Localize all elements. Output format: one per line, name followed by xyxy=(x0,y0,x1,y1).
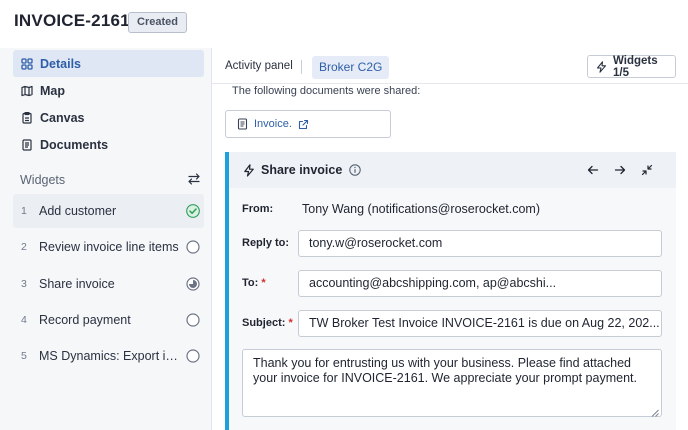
resize-handle-icon[interactable] xyxy=(651,406,659,417)
subject-label: Subject: * xyxy=(242,317,293,329)
widgets-button-label: Widgets 1/5 xyxy=(613,54,658,79)
widget-number: 1 xyxy=(21,205,27,217)
lightning-icon xyxy=(596,60,607,73)
widget-number: 5 xyxy=(21,350,27,362)
reply-to-label: Reply to: xyxy=(242,237,290,249)
message-text: Thank you for entrusting us with your bu… xyxy=(253,356,637,385)
arrow-left-icon[interactable] xyxy=(585,162,601,178)
check-circle-icon xyxy=(186,204,200,218)
widget-item-add-customer[interactable]: 1 Add customer xyxy=(13,194,204,228)
sidebar: Details Map Canvas Documents Widgets 1 A… xyxy=(0,48,212,430)
status-badge: Created xyxy=(128,12,187,33)
documents-icon xyxy=(21,138,33,151)
message-textarea[interactable]: Thank you for entrusting us with your bu… xyxy=(242,349,662,417)
shared-document-link[interactable]: Invoice. xyxy=(225,110,391,138)
widget-item-record-payment[interactable]: 4 Record payment xyxy=(13,303,204,337)
required-mark: * xyxy=(261,277,266,289)
sidebar-item-label: Details xyxy=(40,56,81,71)
info-icon[interactable] xyxy=(347,162,363,178)
sidebar-item-details[interactable]: Details xyxy=(13,50,204,77)
to-field[interactable]: accounting@abcshipping.com, ap@abcshi... xyxy=(298,270,662,297)
shared-document-label: Invoice. xyxy=(254,118,292,130)
widget-number: 2 xyxy=(21,241,27,253)
share-invoice-card: Share invoice From: Tony Wang (notificat… xyxy=(225,152,676,430)
arrow-right-icon[interactable] xyxy=(612,162,628,178)
sidebar-item-label: Canvas xyxy=(40,110,85,125)
empty-circle-icon xyxy=(186,313,200,327)
from-label: From: xyxy=(242,203,274,215)
activity-main-panel: Activity panel Broker C2G Widgets 1/5 Th… xyxy=(212,48,688,430)
from-value: Tony Wang (notifications@roserocket.com) xyxy=(302,202,541,216)
widget-label: Record payment xyxy=(39,313,131,327)
subject-label-text: Subject: xyxy=(242,317,286,329)
details-icon xyxy=(21,57,33,70)
widget-item-review-invoice[interactable]: 2 Review invoice line items xyxy=(13,230,204,264)
widget-number: 3 xyxy=(21,278,27,290)
page-header: INVOICE-2161 Created xyxy=(0,0,688,48)
swap-icon[interactable] xyxy=(187,172,201,186)
progress-circle-icon xyxy=(186,277,200,291)
widget-label: Share invoice xyxy=(39,277,115,291)
to-label: To: * xyxy=(242,277,266,289)
sidebar-item-canvas[interactable]: Canvas xyxy=(13,104,204,131)
card-header: Share invoice xyxy=(229,152,676,188)
tab-activity-panel[interactable]: Activity panel xyxy=(225,60,293,72)
required-mark: * xyxy=(288,317,293,329)
sidebar-item-documents[interactable]: Documents xyxy=(13,131,204,158)
widgets-section-title: Widgets xyxy=(20,173,66,187)
subject-field[interactable]: TW Broker Test Invoice INVOICE-2161 is d… xyxy=(298,310,662,337)
widget-label: MS Dynamics: Export invoice xyxy=(39,349,181,363)
sidebar-item-label: Documents xyxy=(40,137,109,152)
tab-broker[interactable]: Broker C2G xyxy=(312,56,390,79)
widget-item-share-invoice[interactable]: 3 Share invoice xyxy=(13,267,204,301)
sidebar-item-label: Map xyxy=(40,83,65,98)
sidebar-item-map[interactable]: Map xyxy=(13,77,204,104)
external-link-icon xyxy=(298,119,309,130)
widget-item-ms-dynamics-export[interactable]: 5 MS Dynamics: Export invoice xyxy=(13,339,204,373)
widget-label: Add customer xyxy=(39,204,117,218)
shared-documents-text: The following documents were shared: xyxy=(232,85,421,97)
reply-to-field[interactable]: tony.w@roserocket.com xyxy=(298,230,662,257)
page-title: INVOICE-2161 xyxy=(14,11,130,30)
panel-tabs: Activity panel Broker C2G Widgets 1/5 xyxy=(212,48,688,84)
tab-divider xyxy=(301,60,302,74)
lightning-icon xyxy=(241,162,257,178)
to-label-text: To: xyxy=(242,277,259,289)
widget-number: 4 xyxy=(21,314,27,326)
card-title: Share invoice xyxy=(261,163,343,177)
widget-label: Review invoice line items xyxy=(39,240,179,254)
map-icon xyxy=(21,85,33,97)
widgets-button[interactable]: Widgets 1/5 xyxy=(587,54,676,79)
collapse-icon[interactable] xyxy=(639,162,655,178)
canvas-icon xyxy=(21,111,33,124)
empty-circle-icon xyxy=(186,349,200,363)
empty-circle-icon xyxy=(186,240,200,254)
document-icon xyxy=(237,118,248,130)
